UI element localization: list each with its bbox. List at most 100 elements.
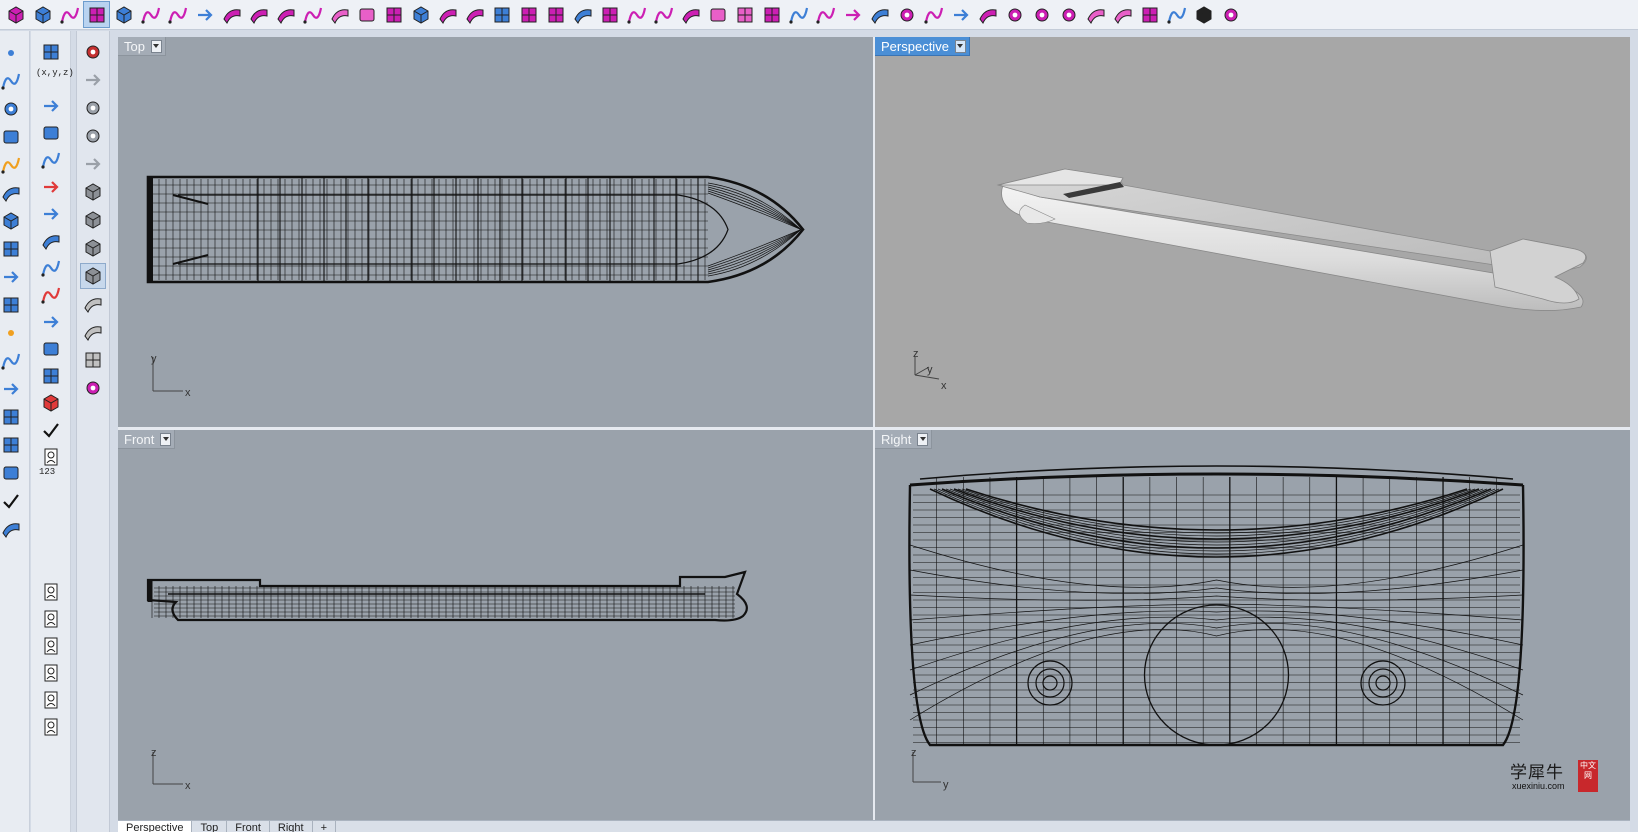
toolbar-tool-27-icon[interactable] bbox=[704, 1, 731, 28]
left-col-1-tool-6-icon[interactable] bbox=[0, 180, 24, 206]
chevron-down-icon[interactable] bbox=[150, 39, 162, 53]
toolbar-tool-44-icon[interactable] bbox=[1163, 1, 1190, 28]
tab-perspective[interactable]: Perspective bbox=[118, 821, 193, 832]
left-col-3-tool-2-icon[interactable] bbox=[80, 67, 106, 93]
toolbar-tool-29-icon[interactable] bbox=[758, 1, 785, 28]
left-col-3-tool-8-icon[interactable] bbox=[80, 235, 106, 261]
viewport-front[interactable]: z x Front bbox=[118, 430, 873, 820]
chevron-down-icon[interactable] bbox=[917, 432, 929, 446]
left-col-3-tool-13-icon[interactable] bbox=[80, 375, 106, 401]
left-col-2-tool-4-icon[interactable] bbox=[38, 120, 64, 146]
left-col-2-tool-10-icon[interactable] bbox=[38, 282, 64, 308]
toolbar-tool-46-icon[interactable] bbox=[1217, 1, 1244, 28]
toolbar-tool-14-icon[interactable] bbox=[353, 1, 380, 28]
chevron-down-icon[interactable] bbox=[160, 432, 172, 446]
toolbar-tool-31-icon[interactable] bbox=[812, 1, 839, 28]
left-col-2-tool-5-icon[interactable] bbox=[38, 147, 64, 173]
toolbar-tool-15-icon[interactable] bbox=[380, 1, 407, 28]
toolbar-tool-20-icon[interactable] bbox=[515, 1, 542, 28]
toolbar-tool-26-icon[interactable] bbox=[677, 1, 704, 28]
left-col-1-tool-16-icon[interactable] bbox=[0, 460, 24, 486]
tab-top[interactable]: Top bbox=[192, 821, 228, 832]
left-col-3-tool-11-icon[interactable] bbox=[80, 319, 106, 345]
left-col-2-tool-22-icon[interactable] bbox=[38, 606, 64, 632]
toolbar-tool-43-icon[interactable] bbox=[1136, 1, 1163, 28]
left-col-3-tool-5-icon[interactable] bbox=[80, 151, 106, 177]
left-col-2-tool-1-icon[interactable] bbox=[38, 39, 64, 65]
viewport-top[interactable]: y x Top bbox=[118, 37, 873, 427]
left-col-2-tool-25-icon[interactable] bbox=[38, 687, 64, 713]
toolbar-tool-21-icon[interactable] bbox=[542, 1, 569, 28]
viewport-label-top[interactable]: Top bbox=[118, 37, 166, 56]
left-col-1-tool-8-icon[interactable] bbox=[0, 236, 24, 262]
left-col-2-tool-16-icon[interactable] bbox=[38, 444, 64, 470]
toolbar-tool-8-icon[interactable] bbox=[191, 1, 218, 28]
left-col-2-tool-21-icon[interactable] bbox=[38, 579, 64, 605]
tab-right[interactable]: Right bbox=[270, 821, 313, 832]
chevron-down-icon[interactable] bbox=[954, 39, 966, 53]
left-col-2-tool-24-icon[interactable] bbox=[38, 660, 64, 686]
left-col-1-tool-18-icon[interactable] bbox=[0, 516, 24, 542]
tab-add[interactable]: + bbox=[313, 821, 337, 832]
left-col-2-tool-14-icon[interactable] bbox=[38, 390, 64, 416]
toolbar-tool-32-icon[interactable] bbox=[839, 1, 866, 28]
toolbar-tool-1-icon[interactable] bbox=[2, 1, 29, 28]
toolbar-tool-33-icon[interactable] bbox=[866, 1, 893, 28]
left-col-2-tool-3-icon[interactable] bbox=[38, 93, 64, 119]
toolbar-tool-3-icon[interactable] bbox=[56, 1, 83, 28]
toolbar-tool-23-icon[interactable] bbox=[596, 1, 623, 28]
left-col-1-tool-3-icon[interactable] bbox=[0, 96, 24, 122]
toolbar-tool-34-icon[interactable] bbox=[893, 1, 920, 28]
left-col-2-tool-26-icon[interactable] bbox=[38, 714, 64, 740]
toolbar-tool-24-icon[interactable] bbox=[623, 1, 650, 28]
toolbar-tool-12-icon[interactable] bbox=[299, 1, 326, 28]
toolbar-tool-10-icon[interactable] bbox=[245, 1, 272, 28]
toolbar-tool-4-icon[interactable] bbox=[83, 1, 110, 28]
left-col-2-tool-9-icon[interactable] bbox=[38, 255, 64, 281]
toolbar-tool-40-icon[interactable] bbox=[1055, 1, 1082, 28]
viewport-label-front[interactable]: Front bbox=[118, 430, 176, 449]
toolbar-tool-2-icon[interactable] bbox=[29, 1, 56, 28]
toolbar-tool-30-icon[interactable] bbox=[785, 1, 812, 28]
toolbar-tool-19-icon[interactable] bbox=[488, 1, 515, 28]
left-col-1-tool-11-icon[interactable] bbox=[0, 320, 24, 346]
left-col-2-tool-11-icon[interactable] bbox=[38, 309, 64, 335]
left-col-2-tool-6-icon[interactable] bbox=[38, 174, 64, 200]
toolbar-tool-5-icon[interactable] bbox=[110, 1, 137, 28]
toolbar-tool-9-icon[interactable] bbox=[218, 1, 245, 28]
left-col-1-tool-14-icon[interactable] bbox=[0, 404, 24, 430]
left-col-2-tool-23-icon[interactable] bbox=[38, 633, 64, 659]
viewport-splitter-horizontal[interactable] bbox=[118, 427, 1630, 430]
toolbar-tool-13-icon[interactable] bbox=[326, 1, 353, 28]
left-col-2-tool-15-icon[interactable] bbox=[38, 417, 64, 443]
left-col-3-tool-4-icon[interactable] bbox=[80, 123, 106, 149]
left-col-1-tool-10-icon[interactable] bbox=[0, 292, 24, 318]
left-col-2-tool-13-icon[interactable] bbox=[38, 363, 64, 389]
left-col-3-tool-10-icon[interactable] bbox=[80, 291, 106, 317]
left-col-3-tool-9-icon[interactable] bbox=[80, 263, 106, 289]
left-col-1-tool-17-icon[interactable] bbox=[0, 488, 24, 514]
toolbar-tool-16-icon[interactable] bbox=[407, 1, 434, 28]
toolbar-tool-38-icon[interactable] bbox=[1001, 1, 1028, 28]
left-col-1-tool-4-icon[interactable] bbox=[0, 124, 24, 150]
toolbar-tool-22-icon[interactable] bbox=[569, 1, 596, 28]
left-col-3-tool-6-icon[interactable] bbox=[80, 179, 106, 205]
left-col-2-tool-7-icon[interactable] bbox=[38, 201, 64, 227]
tab-front[interactable]: Front bbox=[227, 821, 270, 832]
viewport-label-perspective[interactable]: Perspective bbox=[875, 37, 970, 56]
left-col-1-tool-9-icon[interactable] bbox=[0, 264, 24, 290]
toolbar-tool-42-icon[interactable] bbox=[1109, 1, 1136, 28]
left-col-3-tool-7-icon[interactable] bbox=[80, 207, 106, 233]
left-col-2-tool-12-icon[interactable] bbox=[38, 336, 64, 362]
toolbar-tool-41-icon[interactable] bbox=[1082, 1, 1109, 28]
toolbar-tool-36-icon[interactable] bbox=[947, 1, 974, 28]
viewport-label-right[interactable]: Right bbox=[875, 430, 933, 449]
left-col-3-tool-1-icon[interactable] bbox=[80, 39, 106, 65]
left-col-1-tool-1-icon[interactable] bbox=[0, 40, 24, 66]
left-col-3-tool-3-icon[interactable] bbox=[80, 95, 106, 121]
toolbar-tool-6-icon[interactable] bbox=[137, 1, 164, 28]
left-col-1-tool-2-icon[interactable] bbox=[0, 68, 24, 94]
left-col-1-tool-7-icon[interactable] bbox=[0, 208, 24, 234]
left-col-1-tool-13-icon[interactable] bbox=[0, 376, 24, 402]
toolbar-tool-35-icon[interactable] bbox=[920, 1, 947, 28]
